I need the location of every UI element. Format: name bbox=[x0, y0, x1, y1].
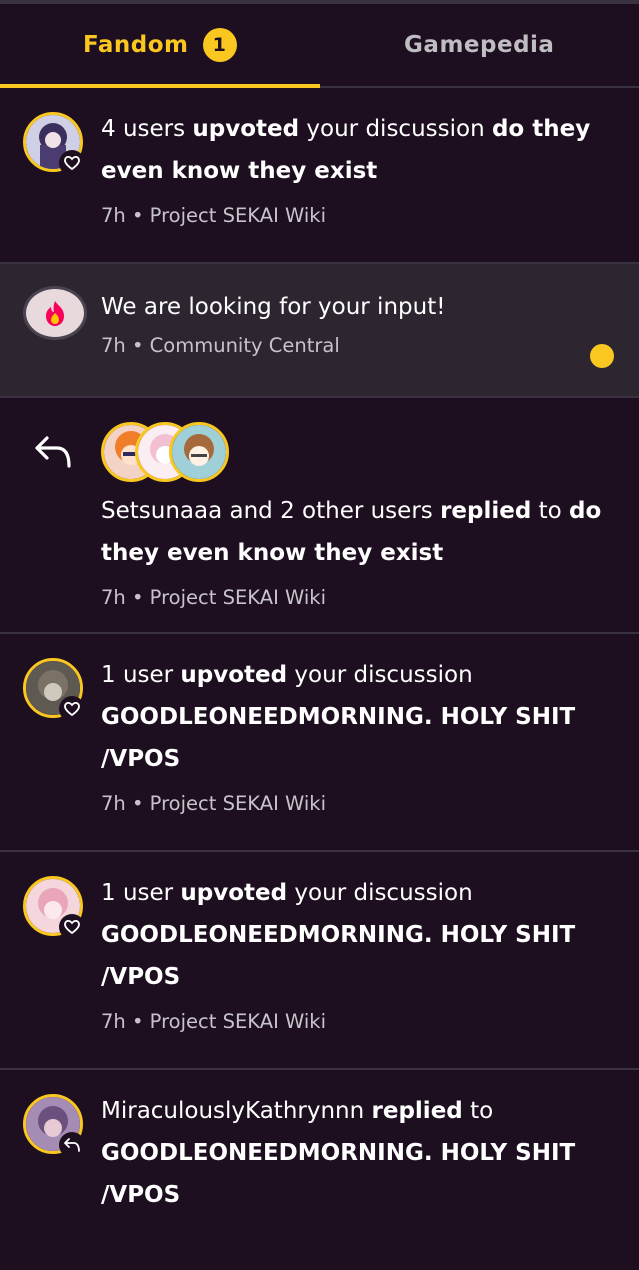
tab-bar: Fandom 1 Gamepedia bbox=[0, 4, 639, 88]
notification-item[interactable]: MiraculouslyKathrynnn replied toGOODLEON… bbox=[0, 1070, 639, 1270]
notification-item[interactable]: 1 user upvoted your discussionGOODLEONEE… bbox=[0, 852, 639, 1070]
heart-icon bbox=[59, 914, 85, 940]
unread-count-badge: 1 bbox=[203, 28, 237, 62]
discussion-title: GOODLEONEEDMORNING. HOLY SHIT /VPOS bbox=[101, 704, 575, 772]
notification-meta: 7h • Project SEKAI Wiki bbox=[101, 586, 609, 609]
reply-arrow-icon bbox=[59, 1132, 85, 1158]
avatar bbox=[23, 658, 83, 718]
heart-icon bbox=[59, 696, 85, 722]
avatar bbox=[23, 112, 83, 172]
avatar bbox=[169, 422, 229, 482]
discussion-title: GOODLEONEEDMORNING. HOLY SHIT /VPOS bbox=[101, 1140, 575, 1208]
notification-text: 1 user upvoted your discussionGOODLEONEE… bbox=[101, 654, 609, 780]
notification-meta: 7h • Community Central bbox=[101, 334, 609, 357]
notification-item[interactable]: We are looking for your input! 7h • Comm… bbox=[0, 264, 639, 398]
reply-arrow-icon bbox=[33, 434, 73, 474]
tab-gamepedia-label: Gamepedia bbox=[404, 32, 554, 58]
heart-icon bbox=[59, 150, 85, 176]
notification-meta: 7h • Project SEKAI Wiki bbox=[101, 204, 609, 227]
notification-text: Setsunaaa and 2 other users replied to d… bbox=[101, 490, 609, 574]
avatar bbox=[23, 876, 83, 936]
notification-text: We are looking for your input! bbox=[101, 286, 609, 328]
avatar-stack bbox=[101, 422, 609, 484]
notification-item[interactable]: 4 users upvoted your discussion do they … bbox=[0, 88, 639, 264]
notification-meta: 7h • Project SEKAI Wiki bbox=[101, 1010, 609, 1033]
notification-text: 4 users upvoted your discussion do they … bbox=[101, 108, 609, 192]
discussion-title: GOODLEONEEDMORNING. HOLY SHIT /VPOS bbox=[101, 922, 575, 990]
notification-text: 1 user upvoted your discussionGOODLEONEE… bbox=[101, 872, 609, 998]
tab-gamepedia[interactable]: Gamepedia bbox=[320, 4, 639, 86]
notification-meta: 7h • Project SEKAI Wiki bbox=[101, 792, 609, 815]
unread-dot bbox=[590, 344, 614, 368]
notification-text: MiraculouslyKathrynnn replied toGOODLEON… bbox=[101, 1090, 609, 1216]
fandom-flame-icon bbox=[23, 286, 87, 340]
avatar bbox=[23, 1094, 83, 1154]
notification-item[interactable]: 1 user upvoted your discussionGOODLEONEE… bbox=[0, 634, 639, 852]
tab-fandom-label: Fandom bbox=[83, 32, 189, 58]
tab-fandom[interactable]: Fandom 1 bbox=[0, 4, 320, 86]
notification-item[interactable]: Setsunaaa and 2 other users replied to d… bbox=[0, 398, 639, 634]
